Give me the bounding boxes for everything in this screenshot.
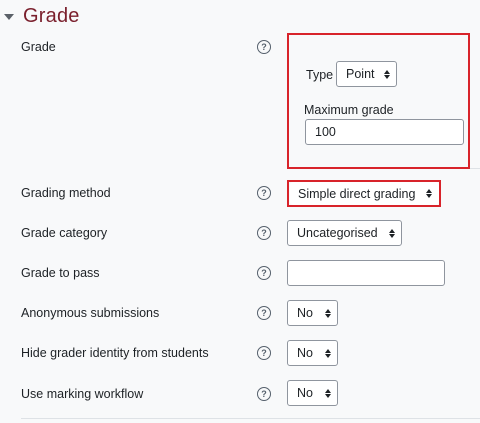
- anonymous-submissions-value: No: [297, 306, 313, 320]
- maximum-grade-label: Maximum grade: [304, 103, 394, 117]
- divider: [21, 418, 480, 419]
- anonymous-submissions-label: Anonymous submissions: [21, 306, 160, 320]
- hide-grader-identity-select[interactable]: No: [287, 340, 338, 366]
- grade-type-label: Type: [306, 68, 334, 82]
- grade-type-select[interactable]: Point: [336, 61, 397, 87]
- question-circle-icon[interactable]: ?: [257, 387, 271, 401]
- select-arrows-icon: [319, 308, 331, 318]
- select-arrows-icon: [319, 348, 331, 358]
- hide-grader-identity-value: No: [297, 346, 313, 360]
- marking-workflow-select[interactable]: No: [287, 380, 338, 406]
- hide-grader-identity-label: Hide grader identity from students: [21, 346, 209, 360]
- select-arrows-icon: [383, 228, 395, 238]
- grading-method-select[interactable]: Simple direct grading: [290, 182, 439, 205]
- maximum-grade-input[interactable]: 100: [305, 119, 464, 145]
- grade-category-label: Grade category: [21, 226, 108, 240]
- grade-category-value: Uncategorised: [297, 226, 378, 240]
- divider: [470, 168, 480, 169]
- marking-workflow-value: No: [297, 386, 313, 400]
- section-header-grade[interactable]: Grade: [4, 2, 80, 30]
- grade-to-pass-input[interactable]: [287, 260, 445, 286]
- select-arrows-icon: [378, 69, 390, 79]
- grade-category-select[interactable]: Uncategorised: [287, 220, 402, 246]
- section-title: Grade: [23, 4, 80, 27]
- anonymous-submissions-select[interactable]: No: [287, 300, 338, 326]
- question-circle-icon[interactable]: ?: [257, 306, 271, 320]
- grade-type-value: Point: [346, 67, 375, 81]
- select-arrows-icon: [420, 189, 432, 198]
- maximum-grade-value: 100: [315, 125, 336, 139]
- question-circle-icon[interactable]: ?: [257, 186, 271, 200]
- grading-method-value: Simple direct grading: [298, 186, 416, 201]
- grade-to-pass-label: Grade to pass: [21, 266, 100, 280]
- question-circle-icon[interactable]: ?: [257, 40, 271, 54]
- question-circle-icon[interactable]: ?: [257, 226, 271, 240]
- select-arrows-icon: [319, 388, 331, 398]
- question-circle-icon[interactable]: ?: [257, 266, 271, 280]
- grade-highlight-box: [287, 33, 470, 169]
- grading-method-label: Grading method: [21, 186, 111, 200]
- question-circle-icon[interactable]: ?: [257, 346, 271, 360]
- grade-label: Grade: [21, 40, 56, 54]
- chevron-down-icon[interactable]: [4, 14, 14, 20]
- marking-workflow-label: Use marking workflow: [21, 387, 144, 401]
